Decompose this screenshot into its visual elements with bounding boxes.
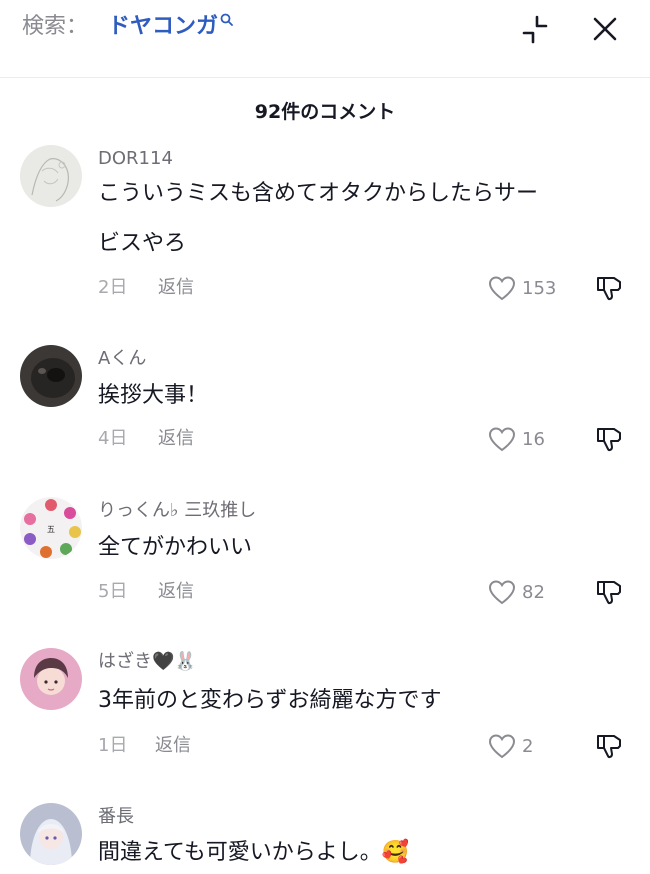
thumbs-down-icon[interactable] [594, 731, 624, 761]
search-query-link[interactable]: ドヤコンガ [108, 12, 233, 42]
comment-text: 3年前のと変わらずお綺麗な方です [98, 676, 626, 726]
search-label: 検索： [22, 14, 89, 39]
comment-text-line: 間違えても可愛いからよし。🥰 [98, 840, 410, 865]
comment-text-line: こういうミスも含めてオタクからしたらサー [98, 181, 539, 206]
comment-meta: 2日 返信 [98, 276, 194, 300]
thumbs-down-icon[interactable] [594, 424, 624, 454]
search-icon [220, 13, 233, 26]
comment-text-line: ビスやろ [98, 231, 187, 256]
reply-button[interactable]: 返信 [155, 735, 191, 756]
avatar[interactable] [20, 345, 82, 407]
comment-username[interactable]: 番長 [98, 805, 134, 829]
comment-date: 5日 [98, 581, 128, 602]
comment-item: 番長 間違えても可愛いからよし。🥰 [0, 803, 650, 874]
comment-username[interactable]: りっくん♭ 三玖推し [98, 499, 256, 523]
thumbs-down-icon[interactable] [594, 577, 624, 607]
comment-item: 五 りっくん♭ 三玖推し 全てがかわいい 5日 返信 82 [0, 497, 650, 607]
comment-text: 全てがかわいい [98, 523, 626, 573]
like-count: 82 [522, 581, 545, 603]
like-button[interactable]: 82 [488, 578, 545, 606]
comment-meta: 4日 返信 [98, 427, 194, 451]
search-query-text: ドヤコンガ [108, 14, 219, 39]
like-button[interactable]: 16 [488, 425, 545, 453]
comment-date: 1日 [98, 735, 128, 756]
like-count: 153 [522, 277, 557, 299]
heart-icon [488, 580, 516, 605]
like-count: 2 [522, 735, 534, 757]
comment-text-line: 挨拶大事！ [98, 383, 209, 408]
comment-item: DOR114 こういうミスも含めてオタクからしたらサー ビスやろ 2日 返信 15… [0, 145, 650, 315]
close-icon[interactable] [590, 14, 620, 44]
reply-button[interactable]: 返信 [158, 581, 194, 602]
reply-button[interactable]: 返信 [158, 428, 194, 449]
comment-username[interactable]: Aくん [98, 347, 146, 371]
avatar[interactable]: 五 [20, 497, 82, 559]
heart-icon [488, 734, 516, 759]
heart-icon [488, 276, 516, 301]
comment-item: Aくん 挨拶大事！ 4日 返信 16 [0, 345, 650, 455]
comment-text: 挨拶大事！ [98, 371, 626, 421]
comment-count: 92件のコメント [254, 101, 396, 123]
comment-meta: 5日 返信 [98, 580, 194, 604]
comment-meta: 1日 返信 [98, 734, 191, 758]
comment-text-line: 全てがかわいい [98, 535, 253, 560]
comment-text: こういうミスも含めてオタクからしたらサー ビスやろ [98, 169, 626, 269]
comment-username[interactable]: DOR114 [98, 147, 173, 171]
svg-text:五: 五 [47, 525, 55, 534]
avatar[interactable] [20, 648, 82, 710]
comment-date: 4日 [98, 428, 128, 449]
like-button[interactable]: 153 [488, 274, 556, 302]
thumbs-down-icon[interactable] [594, 273, 624, 303]
comment-username[interactable]: はざき🖤🐰 [98, 650, 197, 674]
like-count: 16 [522, 428, 545, 450]
comment-item: はざき🖤🐰 3年前のと変わらずお綺麗な方です 1日 返信 2 [0, 648, 650, 763]
collapse-icon[interactable] [520, 14, 550, 44]
like-button[interactable]: 2 [488, 732, 533, 760]
comment-text: 間違えても可愛いからよし。🥰 [98, 828, 626, 874]
reply-button[interactable]: 返信 [158, 277, 194, 298]
search-bar: 検索： ドヤコンガ [0, 0, 650, 78]
avatar[interactable] [20, 145, 82, 207]
comment-date: 2日 [98, 277, 128, 298]
heart-icon [488, 427, 516, 452]
comment-text-line: 3年前のと変わらずお綺麗な方です [98, 688, 442, 713]
avatar[interactable] [20, 803, 82, 865]
